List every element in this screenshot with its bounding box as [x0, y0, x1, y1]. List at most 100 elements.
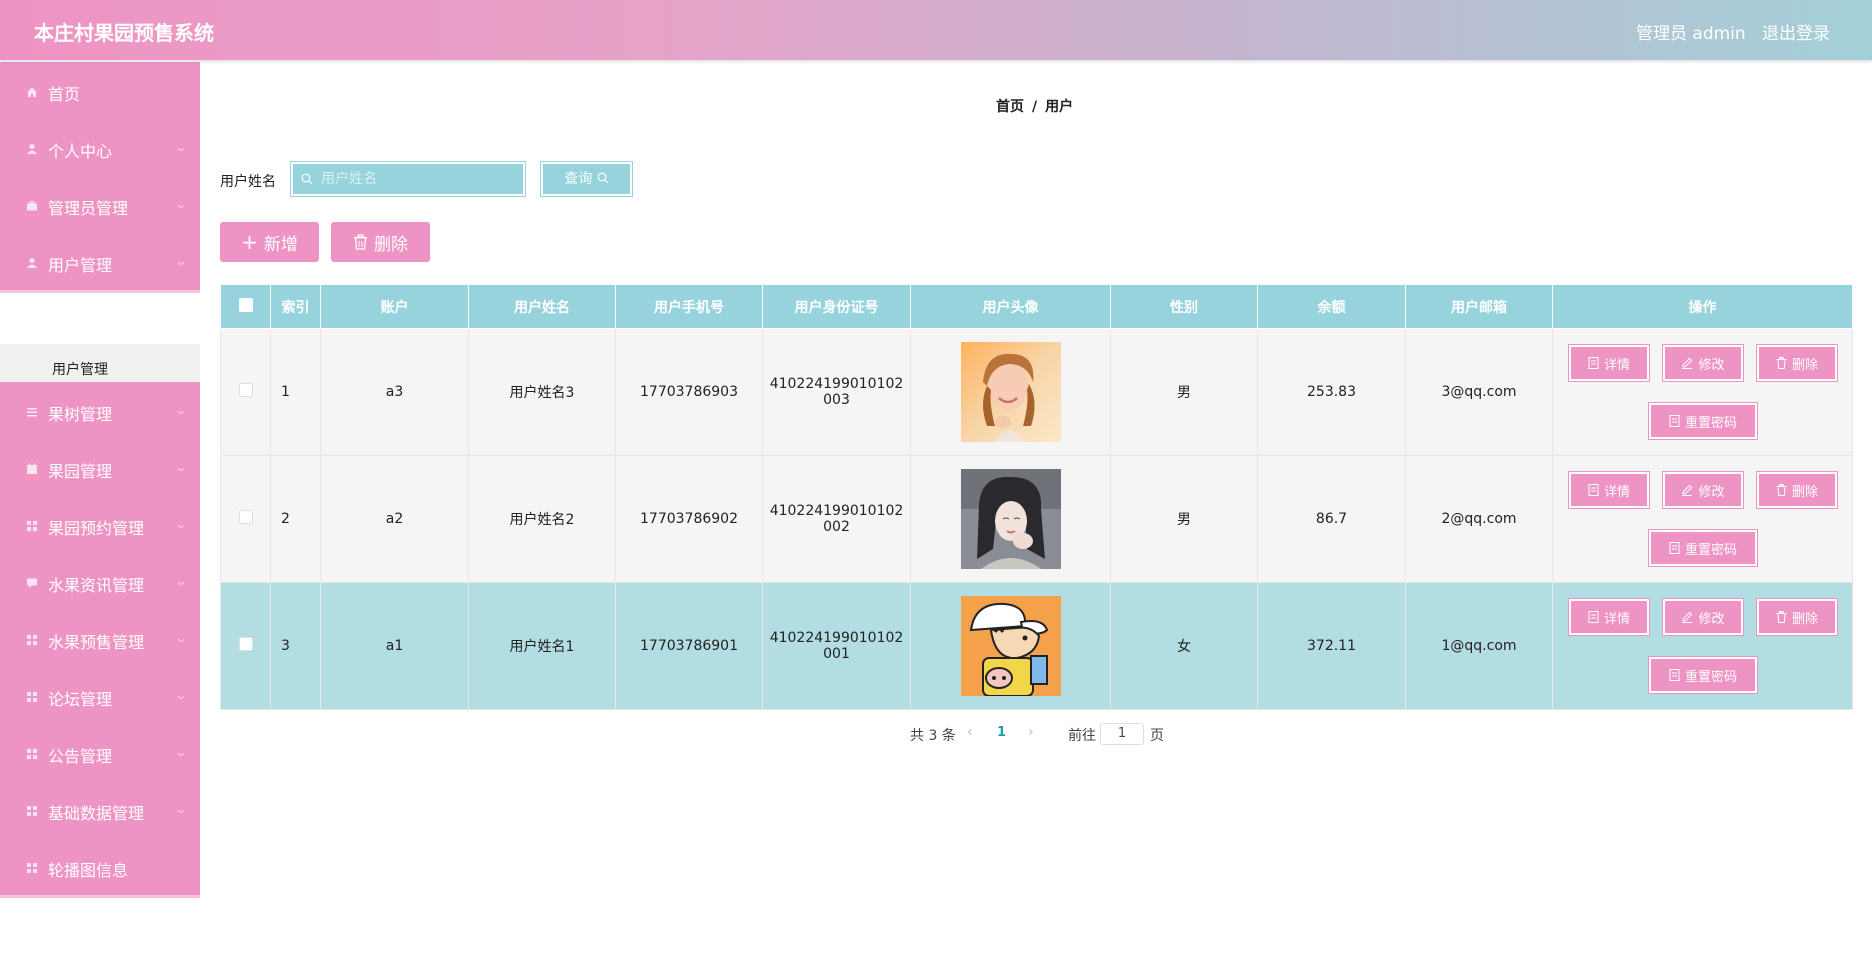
- page-number-current[interactable]: 1: [997, 725, 1006, 740]
- chevron-left-icon[interactable]: ‹: [967, 724, 973, 740]
- balance-cell: 253.83: [1257, 328, 1406, 456]
- phone-cell: 17703786901: [615, 582, 763, 710]
- detail-button[interactable]: 详情: [1568, 471, 1650, 509]
- row-checkbox[interactable]: [238, 383, 253, 397]
- sidebar-item-admins[interactable]: 管理员管理 ⌄: [0, 176, 200, 236]
- detail-button[interactable]: 详情: [1568, 598, 1650, 636]
- reset-password-button[interactable]: 重置密码: [1648, 402, 1758, 440]
- admin-label: 管理员 admin: [1636, 24, 1746, 44]
- actions-cell: 详情 修改 删除 重置密码: [1552, 455, 1853, 583]
- column-header: 操作: [1552, 284, 1853, 329]
- document-icon: [1588, 611, 1599, 623]
- reset-password-label: 重置密码: [1684, 415, 1737, 431]
- sidebar-item-base-data[interactable]: 基础数据管理 ⌄: [0, 781, 200, 841]
- sidebar-item-orchard-booking[interactable]: 果园预约管理 ⌄: [0, 496, 200, 556]
- select-all-checkbox[interactable]: [238, 297, 253, 312]
- avatar-image: [960, 469, 1061, 569]
- table-row[interactable]: 2 a2 用户姓名2 17703786902 410224199010102 00…: [220, 455, 1853, 583]
- bulk-delete-button[interactable]: 删除: [331, 222, 430, 262]
- sidebar-item-label: 用户管理: [48, 256, 113, 275]
- column-header: 用户姓名: [468, 284, 616, 329]
- detail-label: 详情: [1603, 611, 1630, 627]
- detail-button[interactable]: 详情: [1568, 344, 1650, 382]
- chevron-right-icon[interactable]: ›: [1028, 724, 1034, 740]
- delete-button[interactable]: 删除: [1756, 471, 1838, 509]
- name-cell: 用户姓名2: [468, 455, 616, 583]
- sidebar-item-forum[interactable]: 论坛管理 ⌄: [0, 667, 200, 727]
- account-cell: a3: [320, 328, 469, 456]
- delete-button[interactable]: 删除: [1756, 598, 1838, 636]
- trash-icon: [1776, 611, 1787, 623]
- row-checkbox[interactable]: [238, 637, 253, 651]
- list-icon: [27, 408, 37, 417]
- sidebar-item-profile[interactable]: 个人中心 ⌄: [0, 119, 200, 179]
- sidebar-item-fruit-news[interactable]: 水果资讯管理 ⌄: [0, 553, 200, 613]
- index-cell: 3: [270, 582, 321, 710]
- id-number-cell: 410224199010102 001: [762, 582, 911, 710]
- id-number-line: 410224199010102: [769, 503, 904, 519]
- reset-password-button[interactable]: 重置密码: [1648, 529, 1758, 567]
- edit-label: 修改: [1698, 611, 1725, 627]
- sidebar-item-home[interactable]: 首页: [0, 62, 200, 122]
- trash-icon: [1776, 484, 1787, 496]
- sidebar: 首页 个人中心 ⌄ 管理员管理 ⌄ 用户管理 ⌄ 用户管理 果树管理 ⌄ 果园管…: [0, 62, 200, 958]
- bulk-delete-label: 删除: [374, 234, 408, 255]
- sidebar-item-notices[interactable]: 公告管理 ⌄: [0, 724, 200, 784]
- logout-link[interactable]: 退出登录: [1762, 19, 1830, 44]
- column-header: 用户手机号: [615, 284, 763, 329]
- row-select-cell: [220, 582, 271, 710]
- column-header: 用户身份证号: [762, 284, 911, 329]
- avatar-cell: [910, 455, 1111, 583]
- edit-label: 修改: [1698, 357, 1725, 373]
- sidebar-item-carousel[interactable]: 轮播图信息: [0, 838, 200, 898]
- index-cell: 1: [270, 328, 321, 456]
- sidebar-item-label: 管理员管理: [48, 199, 129, 218]
- search-field[interactable]: [290, 161, 526, 197]
- pencil-icon: [1682, 357, 1693, 369]
- goto-page-input[interactable]: 1: [1100, 723, 1144, 745]
- add-button[interactable]: + 新增: [220, 222, 319, 262]
- document-icon: [1588, 484, 1599, 496]
- id-number-line: 002: [823, 519, 850, 535]
- edit-button[interactable]: 修改: [1662, 344, 1744, 382]
- row-select-cell: [220, 328, 271, 456]
- sidebar-item-label: 果树管理: [48, 405, 113, 424]
- grid-icon: [27, 806, 37, 816]
- breadcrumb-home[interactable]: 首页: [996, 99, 1024, 115]
- sidebar-item-fruit-presale[interactable]: 水果预售管理 ⌄: [0, 610, 200, 670]
- sidebar-item-fruit-trees[interactable]: 果树管理 ⌄: [0, 382, 200, 442]
- row-checkbox[interactable]: [238, 510, 253, 524]
- name-cell: 用户姓名3: [468, 328, 616, 456]
- edit-button[interactable]: 修改: [1662, 598, 1744, 636]
- search-icon: [301, 173, 313, 185]
- id-number-line: 410224199010102: [769, 376, 904, 392]
- chevron-down-icon: ⌄: [173, 254, 189, 268]
- document-icon: [1669, 542, 1680, 554]
- actions-cell: 详情 修改 删除 重置密码: [1552, 328, 1853, 456]
- sidebar-item-label: 个人中心: [48, 142, 113, 161]
- avatar-cell: [910, 328, 1111, 456]
- edit-button[interactable]: 修改: [1662, 471, 1744, 509]
- pagination-total: 共 3 条: [910, 728, 956, 744]
- chevron-down-icon: ⌄: [173, 197, 189, 211]
- document-icon: [1669, 669, 1680, 681]
- document-icon: [1669, 415, 1680, 427]
- delete-button[interactable]: 删除: [1756, 344, 1838, 382]
- chevron-down-icon: ⌄: [173, 140, 189, 154]
- table-row[interactable]: 3 a1 用户姓名1 17703786901 410224199010102 00…: [220, 582, 1853, 710]
- sidebar-item-users[interactable]: 用户管理 ⌄: [0, 233, 200, 293]
- select-all-cell: [220, 284, 271, 329]
- reset-password-button[interactable]: 重置密码: [1648, 656, 1758, 694]
- chevron-down-icon: ⌄: [173, 460, 189, 474]
- delete-label: 删除: [1791, 611, 1818, 627]
- query-button[interactable]: 查询: [540, 161, 633, 197]
- chevron-down-icon: ⌄: [173, 574, 189, 588]
- table-row[interactable]: 1 a3 用户姓名3 17703786903 410224199010102 00…: [220, 328, 1853, 456]
- chevron-down-icon: ⌄: [173, 802, 189, 816]
- pencil-icon: [1682, 611, 1693, 623]
- grid-icon: [27, 692, 37, 702]
- sidebar-item-orchards[interactable]: 果园管理 ⌄: [0, 439, 200, 499]
- column-header: 索引: [270, 284, 321, 329]
- sidebar-item-label: 果园预约管理: [48, 519, 145, 538]
- search-input[interactable]: [321, 164, 511, 194]
